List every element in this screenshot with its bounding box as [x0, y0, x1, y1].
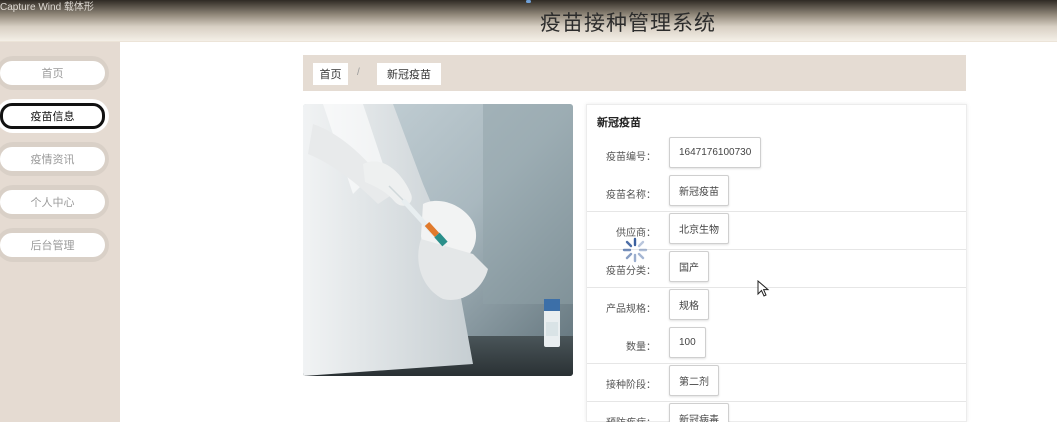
field-value: 100 [669, 327, 706, 358]
sidebar-item-label: 疫情资讯 [0, 147, 105, 171]
field-label: 疫苗编号： [606, 152, 656, 163]
sidebar: 首页 疫苗信息 疫情资讯 个人中心 后台管理 [0, 42, 120, 422]
mouse-cursor-icon [757, 279, 771, 298]
sidebar-item-vaccine-info[interactable]: 疫苗信息 [0, 99, 109, 133]
field-value: 新冠病毒 [669, 403, 729, 422]
field-label: 产品规格： [606, 304, 656, 315]
field-label: 数量： [626, 342, 656, 353]
detail-row-spec: 产品规格： 规格 [587, 288, 966, 326]
detail-row-dose-stage: 接种阶段： 第二剂 [587, 364, 966, 402]
breadcrumb-separator: / [357, 67, 360, 78]
sidebar-item-label: 个人中心 [0, 190, 105, 214]
sidebar-item-label: 疫苗信息 [0, 103, 105, 129]
sidebar-item-epidemic-news[interactable]: 疫情资讯 [0, 142, 109, 176]
field-label: 预防疾病： [587, 414, 656, 422]
field-value: 1647176100730 [669, 137, 762, 168]
detail-row-quantity: 数量： 100 [587, 326, 966, 364]
breadcrumb: 首页 / 新冠疫苗 [303, 55, 966, 91]
vaccine-photo [303, 104, 573, 376]
detail-row-vaccine-number: 疫苗编号： 1647176100730 [587, 136, 966, 174]
sidebar-item-label: 首页 [0, 61, 105, 85]
sidebar-item-home[interactable]: 首页 [0, 56, 109, 90]
field-value: 第二剂 [669, 365, 719, 396]
detail-title: 新冠疫苗 [597, 117, 641, 129]
sidebar-item-admin[interactable]: 后台管理 [0, 228, 109, 262]
field-label: 疫苗名称： [606, 190, 656, 201]
field-value: 北京生物 [669, 213, 729, 244]
header-dot [526, 0, 531, 3]
loading-spinner-icon [622, 237, 648, 263]
capture-overlay-text: Capture Wind 载体形 [0, 2, 94, 13]
breadcrumb-current: 新冠疫苗 [377, 63, 441, 85]
field-value: 新冠疫苗 [669, 175, 729, 206]
field-value: 国产 [669, 251, 709, 282]
field-label: 接种阶段： [606, 380, 656, 391]
breadcrumb-home-link[interactable]: 首页 [313, 63, 348, 85]
field-value: 规格 [669, 289, 709, 320]
sidebar-item-personal-center[interactable]: 个人中心 [0, 185, 109, 219]
detail-row-vaccine-name: 疫苗名称： 新冠疫苗 [587, 174, 966, 212]
site-title: 疫苗接种管理系统 [540, 12, 716, 35]
field-label: 疫苗分类： [606, 266, 656, 277]
detail-row-disease: 预防疾病： 新冠病毒 [587, 402, 966, 422]
sidebar-item-label: 后台管理 [0, 233, 105, 257]
top-header: Capture Wind 载体形 疫苗接种管理系统 [0, 0, 1057, 42]
